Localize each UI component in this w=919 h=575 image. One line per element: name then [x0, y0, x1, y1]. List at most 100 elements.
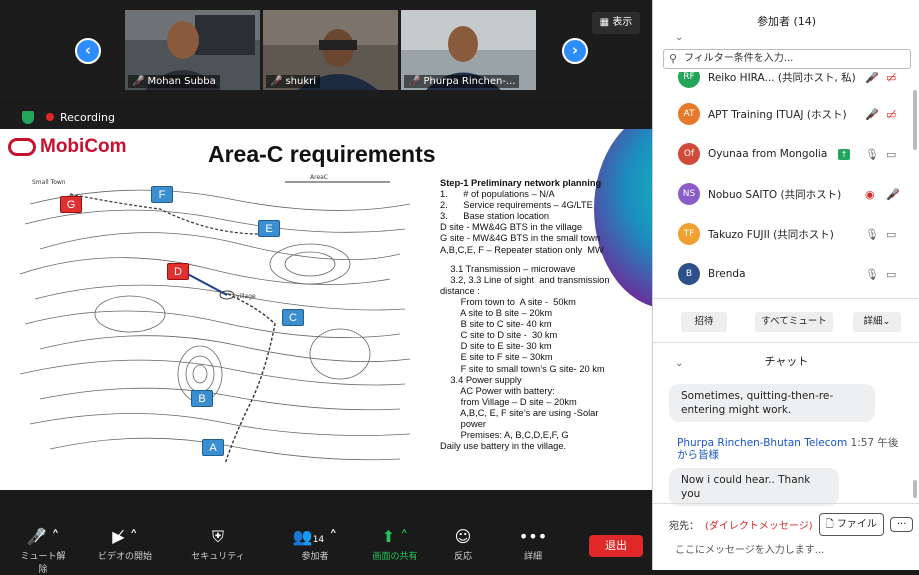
site-d: D [167, 263, 189, 280]
mic-icon[interactable]: 🎙 [865, 228, 879, 241]
file-button[interactable]: 🗋 ファイル [818, 513, 884, 536]
recording-icon: ◉ [865, 187, 875, 201]
slide-text-line [440, 256, 640, 264]
mic-muted-icon[interactable]: 🎤̸ [865, 108, 879, 121]
site-f: F [151, 186, 173, 203]
slide-text-line: D site to E site- 30 km [440, 341, 552, 352]
search-icon: ⚲ [669, 52, 678, 65]
slide-text-line: From town to A site - 50km [440, 296, 576, 307]
terrain-map: Small Town AreaC village G F E D C B A [10, 174, 420, 474]
divider [653, 298, 919, 299]
slide-text-line: G site - MW&4G BTS in the small town [440, 233, 601, 244]
chat-message: Sometimes, quitting-then-re-entering mig… [669, 384, 875, 422]
slide-text-line: A site to B site – 20km [440, 308, 553, 319]
mic-muted-icon: 🎤̸ [408, 76, 421, 87]
security-button[interactable]: ⛨ セキュリティ [185, 527, 251, 562]
site-c: C [282, 309, 304, 326]
mic-muted-icon: 🎤̸ [132, 76, 145, 87]
recording-dot-icon [46, 113, 54, 121]
collapse-chevron-icon[interactable]: ⌄ [675, 353, 683, 375]
mic-muted-icon: 🎤̸ ˄ [26, 527, 60, 546]
prev-page-button[interactable]: ‹ [75, 38, 101, 64]
slide-text-line: 2. Service requirements – 4G/LTE [440, 200, 593, 211]
contour-map-graphic: Small Town AreaC village [19, 174, 411, 465]
annotation-bar [0, 490, 652, 520]
avatar: RF [678, 72, 700, 88]
invite-button[interactable]: 招待 [681, 312, 727, 332]
slide-text-line: C site to D site - 30 km [440, 330, 558, 341]
logo-icon [8, 138, 36, 156]
divider [653, 342, 919, 343]
video-tile-shukri[interactable]: 🎤̸ shukri [263, 10, 398, 90]
recording-bar: Recording [0, 105, 652, 129]
avatar: Of [678, 143, 700, 165]
chat-sender: Phurpa Rinchen-Bhutan Telecom 1:57 午後 から… [677, 437, 899, 461]
video-off-icon[interactable]: ▭̸ [886, 108, 896, 121]
share-screen-button[interactable]: ⬆ ˄ 画面の共有 [362, 527, 428, 562]
participant-row[interactable]: TF Takuzo FUJII (共同ホスト) 🎙 ▭ [653, 214, 919, 254]
reaction-icon: ☺ [454, 527, 472, 546]
mic-muted-icon: 🎤̸ [270, 76, 283, 87]
slide-text-block: Step-1 Preliminary network planning 1. # … [440, 178, 640, 452]
avatar: AT [678, 103, 700, 125]
participant-filter-input[interactable]: ⚲ フィルター条件を入力... [663, 49, 911, 69]
avatar: NS [678, 183, 700, 205]
participants-more-button[interactable]: 詳細⌄ [853, 312, 901, 332]
map-label-village: village [236, 293, 256, 300]
side-panel: ⌄ 参加者 (14) ⚲ フィルター条件を入力... RF Reiko HIRA… [652, 0, 919, 570]
slide-text-line: 3. Base station location [440, 211, 550, 222]
screen-share-icon: ↑ [838, 148, 850, 160]
shared-slide: MobiCom Area-C requirements Small Town A… [0, 129, 652, 490]
video-tile-phurpa[interactable]: 🎤̸ Phurpa Rinchen-... [401, 10, 536, 90]
file-icon: 🗋 [825, 519, 837, 530]
video-tile-mohan[interactable]: 🎤̸ Mohan Subba [125, 10, 260, 90]
slide-text-line: Premises: A, B,C,D,E,F, G [440, 430, 569, 441]
mobicom-logo: MobiCom [8, 136, 127, 158]
slide-text-line: B site to C site- 40 km [440, 319, 552, 330]
recipient-selector[interactable]: (ダイレクトメッセージ) [705, 517, 813, 532]
leave-button[interactable]: 退出 [589, 535, 643, 557]
mute-button[interactable]: 🎤̸ ˄ ミュート解除 [18, 527, 68, 575]
next-page-button[interactable]: › [562, 38, 588, 64]
map-label-small-town: Small Town [32, 179, 66, 186]
participant-row[interactable]: AT APT Training ITUAJ (ホスト) 🎤̸ ▭̸ [653, 94, 919, 134]
chat-scrollbar[interactable] [913, 480, 917, 498]
reactions-button[interactable]: ☺ 反応 [440, 527, 486, 562]
more-button[interactable]: ••• 詳細 [510, 527, 556, 562]
site-e: E [258, 220, 280, 237]
video-off-icon: ▶̸ ˄ [112, 527, 138, 546]
more-icon: ••• [518, 527, 548, 546]
chat-header: ⌄ チャット [653, 351, 919, 373]
mic-muted-icon[interactable]: 🎤̸ [865, 72, 879, 84]
share-screen-icon: ⬆ ˄ [381, 527, 409, 546]
mic-icon[interactable]: 🎙 [865, 148, 879, 161]
slide-text-line: Step-1 Preliminary network planning [440, 178, 602, 188]
participant-row[interactable]: NS Nobuo SAITO (共同ホスト) ◉ 🎤̸ [653, 174, 919, 214]
site-g: G [60, 196, 82, 213]
video-strip: ‹ 🎤̸ Mohan Subba 🎤̸ shukri 🎤̸ Phurpa Rin… [0, 0, 652, 102]
slide-text-line: 3.1 Transmission – microwave [440, 263, 576, 274]
chat-message: Now i could hear.. Thank you [669, 468, 839, 506]
view-button[interactable]: ▦ 表示 [592, 12, 640, 34]
participant-scrollbar[interactable] [913, 90, 917, 150]
site-b: B [191, 390, 213, 407]
participant-row[interactable]: B Brenda 🎙 ▭ [653, 254, 919, 292]
slide-text-line: from Village – D site – 20km [440, 396, 577, 407]
start-video-button[interactable]: ▶̸ ˄ ビデオの開始 [92, 527, 158, 562]
slide-text-line: A,B,C,E, F – Repeater station only MW [440, 244, 604, 255]
mute-all-button[interactable]: すべてミュート [755, 312, 833, 332]
video-icon[interactable]: ▭ [886, 268, 896, 281]
slide-text-line: 3.4 Power supply [440, 374, 522, 385]
slide-text-line: F site to small town’s G site- 20 km [440, 363, 605, 374]
video-icon[interactable]: ▭ [886, 148, 896, 161]
slide-text-line: AC Power with battery: [440, 385, 555, 396]
mic-muted-icon[interactable]: 🎤̸ [886, 188, 900, 201]
video-icon[interactable]: ▭ [886, 228, 896, 241]
participants-header: ⌄ 参加者 (14) [653, 0, 919, 44]
video-off-icon[interactable]: ▭̸ [886, 72, 896, 84]
chat-more-button[interactable]: ··· [889, 517, 914, 532]
chat-message-input[interactable]: ここにメッセージを入力します... [675, 541, 824, 556]
participants-button[interactable]: 👥14 ˄ 参加者 [282, 527, 348, 562]
mic-icon[interactable]: 🎙 [865, 268, 879, 281]
participant-row[interactable]: Of Oyunaa from Mongolia ↑ 🎙 ▭ [653, 134, 919, 174]
